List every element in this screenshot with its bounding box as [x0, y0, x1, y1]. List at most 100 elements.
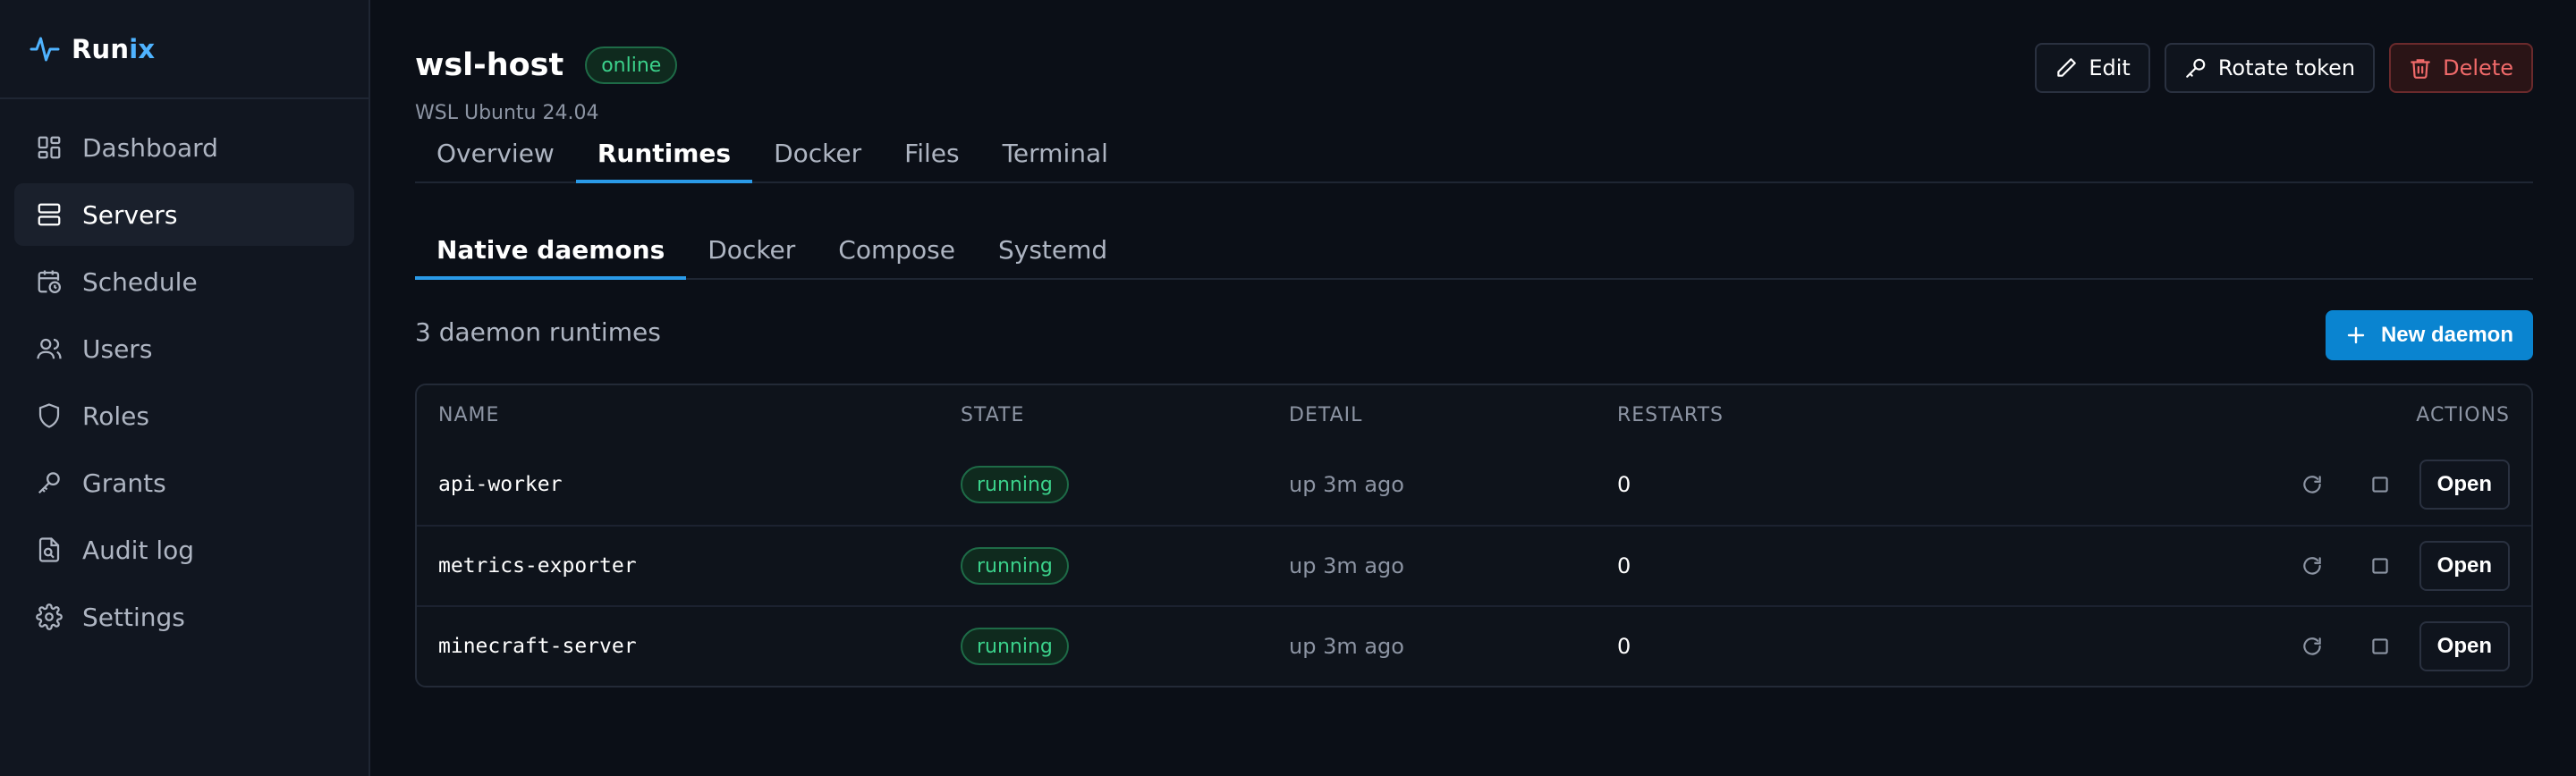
- sidebar-item-grants[interactable]: Grants: [14, 451, 354, 514]
- brand[interactable]: Runix: [0, 0, 369, 99]
- pulse-icon: [30, 37, 60, 61]
- main-content: wsl-host online WSL Ubuntu 24.04 Edit Ro…: [372, 0, 2576, 776]
- state-cell: running: [961, 466, 1289, 503]
- state-badge: running: [961, 628, 1069, 665]
- state-cell: running: [961, 547, 1289, 585]
- tab-terminal[interactable]: Terminal: [981, 124, 1130, 181]
- row-actions: Open: [2277, 621, 2510, 671]
- rotate-token-button[interactable]: Rotate token: [2164, 43, 2376, 93]
- sidebar-item-label: Dashboard: [82, 132, 218, 163]
- tab-files[interactable]: Files: [883, 124, 980, 181]
- gear-icon: [36, 603, 63, 630]
- sidebar-item-dashboard[interactable]: Dashboard: [14, 116, 354, 179]
- daemon-name: minecraft-server: [438, 635, 637, 658]
- shield-icon: [38, 403, 60, 428]
- table-row: minecraft-server running up 3m ago 0 Ope…: [417, 605, 2531, 686]
- table-header: NAME STATE DETAIL RESTARTS ACTIONS: [417, 385, 2531, 444]
- brand-name-main: Run: [72, 33, 130, 64]
- restart-button[interactable]: [2294, 628, 2330, 664]
- runtimes-toolbar: 3 daemon runtimes New daemon: [415, 280, 2533, 384]
- edit-button[interactable]: Edit: [2035, 43, 2150, 93]
- page-title: wsl-host: [415, 47, 564, 83]
- sidebar-item-label: Roles: [82, 401, 149, 431]
- delete-button-label: Delete: [2443, 55, 2513, 80]
- new-daemon-label: New daemon: [2380, 323, 2513, 347]
- tab-overview[interactable]: Overview: [415, 124, 576, 181]
- pencil-icon: [2057, 58, 2077, 77]
- audit-log-icon: [38, 537, 60, 562]
- key-icon: [38, 472, 60, 494]
- daemon-restarts: 0: [1617, 472, 1631, 497]
- sidebar-item-label: Grants: [82, 468, 166, 498]
- open-button[interactable]: Open: [2419, 541, 2510, 591]
- header-actions: Edit Rotate token Delete: [2035, 43, 2533, 93]
- restart-icon: [2302, 637, 2321, 655]
- sidebar-item-label: Users: [82, 333, 153, 364]
- sidebar-item-label: Audit log: [82, 535, 195, 565]
- daemon-detail: up 3m ago: [1289, 553, 1404, 578]
- sidebar-item-users[interactable]: Users: [14, 317, 354, 380]
- trash-icon: [2411, 59, 2430, 79]
- server-header: wsl-host online WSL Ubuntu 24.04 Edit Ro…: [415, 0, 2533, 134]
- stop-button[interactable]: [2362, 467, 2398, 502]
- state-cell: running: [961, 628, 1289, 665]
- host-subtitle: WSL Ubuntu 24.04: [415, 102, 599, 124]
- daemon-detail: up 3m ago: [1289, 634, 1404, 659]
- restart-icon: [2302, 557, 2321, 575]
- stop-button[interactable]: [2362, 628, 2398, 664]
- brand-name-accent: ix: [129, 33, 156, 64]
- sidebar: Runix Dashboard Servers Schedule Users R…: [0, 0, 370, 776]
- stop-button[interactable]: [2362, 548, 2398, 584]
- users-icon: [37, 338, 62, 359]
- runtime-subtabs: Native daemons Docker Compose Systemd: [415, 183, 2533, 280]
- runtime-count: 3 daemon runtimes: [415, 317, 661, 347]
- restart-button[interactable]: [2294, 467, 2330, 502]
- sidebar-item-schedule[interactable]: Schedule: [14, 250, 354, 313]
- row-actions: Open: [2277, 541, 2510, 591]
- subtab-docker[interactable]: Docker: [686, 221, 817, 278]
- tab-runtimes[interactable]: Runtimes: [575, 124, 753, 183]
- sidebar-item-label: Servers: [82, 199, 178, 230]
- title-row: wsl-host online: [415, 46, 678, 84]
- col-state: STATE: [961, 403, 1025, 426]
- daemon-restarts: 0: [1617, 553, 1631, 578]
- restart-button[interactable]: [2294, 548, 2330, 584]
- subtab-systemd[interactable]: Systemd: [977, 221, 1129, 278]
- sidebar-item-label: Schedule: [82, 266, 198, 297]
- sidebar-item-label: Settings: [82, 602, 185, 632]
- server-icon: [38, 203, 61, 226]
- dashboard-icon: [38, 136, 61, 159]
- open-button[interactable]: Open: [2419, 621, 2510, 671]
- rotate-token-label: Rotate token: [2217, 55, 2356, 80]
- row-actions: Open: [2277, 460, 2510, 510]
- stop-icon: [2371, 638, 2388, 654]
- sidebar-nav: Dashboard Servers Schedule Users Roles G…: [0, 99, 369, 648]
- col-actions: ACTIONS: [2416, 403, 2510, 426]
- table-row: metrics-exporter running up 3m ago 0 Ope…: [417, 525, 2531, 605]
- daemon-name: api-worker: [438, 473, 563, 496]
- subtab-compose[interactable]: Compose: [817, 221, 977, 278]
- col-name: NAME: [438, 403, 500, 426]
- restart-icon: [2302, 476, 2321, 493]
- sidebar-item-servers[interactable]: Servers: [14, 183, 354, 246]
- sidebar-item-settings[interactable]: Settings: [14, 586, 354, 648]
- calendar-clock-icon: [38, 270, 61, 293]
- open-button[interactable]: Open: [2419, 460, 2510, 510]
- new-daemon-button[interactable]: New daemon: [2325, 310, 2533, 360]
- key-icon: [2185, 58, 2206, 78]
- stop-icon: [2371, 477, 2388, 493]
- daemon-name: metrics-exporter: [438, 554, 637, 578]
- sidebar-item-audit-log[interactable]: Audit log: [14, 519, 354, 581]
- daemon-detail: up 3m ago: [1289, 472, 1404, 497]
- edit-button-label: Edit: [2089, 55, 2131, 80]
- tab-docker[interactable]: Docker: [752, 124, 883, 181]
- delete-button[interactable]: Delete: [2389, 43, 2533, 93]
- runtimes-table: NAME STATE DETAIL RESTARTS ACTIONS api-w…: [415, 384, 2533, 687]
- sidebar-item-roles[interactable]: Roles: [14, 384, 354, 447]
- state-badge: running: [961, 547, 1069, 585]
- col-detail: DETAIL: [1289, 403, 1363, 426]
- col-restarts: RESTARTS: [1617, 403, 1724, 426]
- plus-icon: [2347, 326, 2365, 344]
- stop-icon: [2371, 558, 2388, 574]
- subtab-native-daemons[interactable]: Native daemons: [415, 221, 687, 280]
